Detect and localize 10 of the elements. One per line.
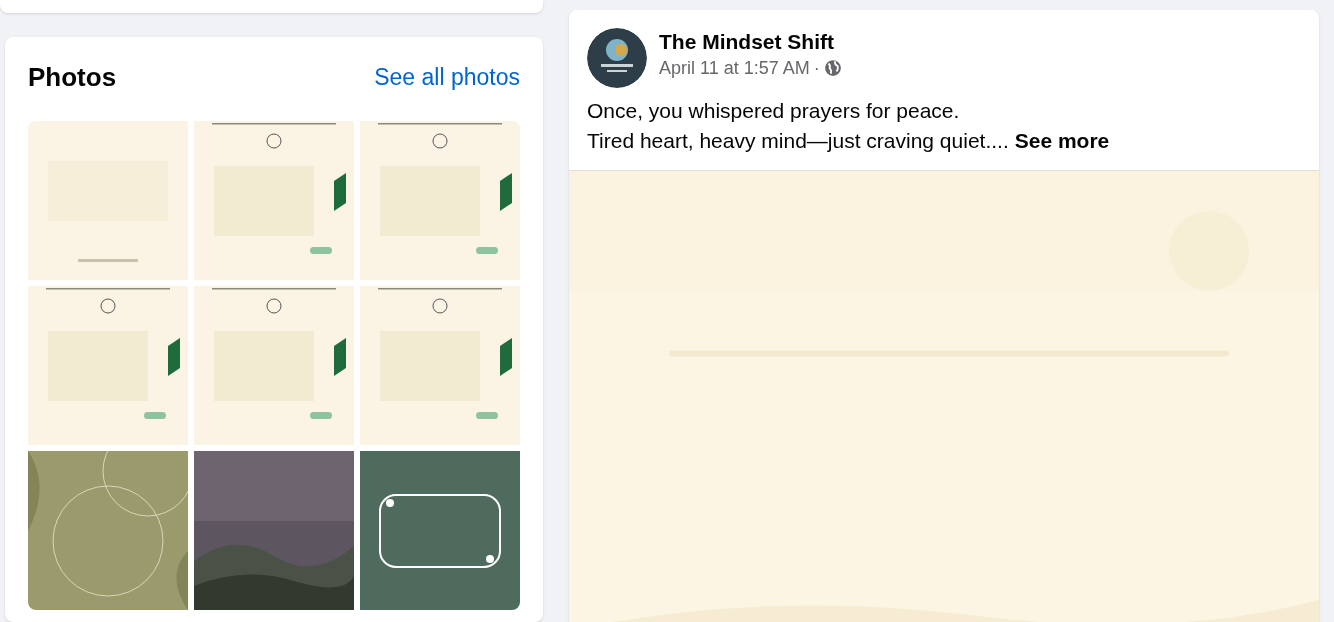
globe-icon xyxy=(823,59,842,77)
see-all-photos-link[interactable]: See all photos xyxy=(374,60,520,95)
page-name[interactable]: The Mindset Shift xyxy=(659,28,842,56)
post-text-line: Once, you whispered prayers for peace. xyxy=(587,98,961,124)
post-time[interactable]: April 11 at 1:57 AM xyxy=(659,56,810,80)
post-text-line: Tired heart, heavy mind—just craving quiet.... xyxy=(587,128,1009,154)
see-more-link[interactable]: See more xyxy=(1014,126,1110,156)
separator-dot: · xyxy=(813,57,820,80)
photos-title: Photos xyxy=(28,61,117,95)
avatar[interactable] xyxy=(587,28,647,88)
